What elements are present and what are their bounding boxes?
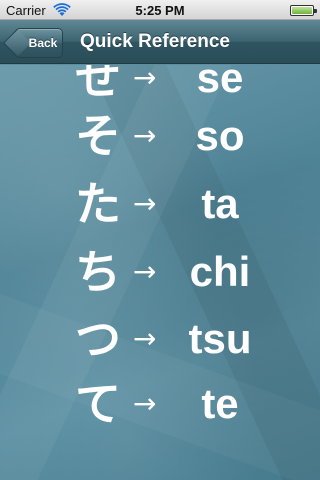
- list-item: つ → tsu: [0, 307, 320, 371]
- back-button-label: Back: [28, 36, 58, 50]
- kana-character: せ: [75, 65, 121, 105]
- list-item: ち → chi: [0, 240, 320, 304]
- back-arrow-shape: [2, 28, 32, 58]
- arrow-glyph: →: [133, 387, 157, 420]
- reference-list[interactable]: せ → se そ → so た → ta ち → chi つ → tsu て →…: [0, 65, 320, 480]
- romaji-reading: ta: [201, 180, 239, 227]
- romaji-reading: so: [195, 112, 245, 159]
- romaji-reading: se: [196, 65, 244, 101]
- list-item: た → ta: [0, 172, 320, 236]
- arrow-glyph: →: [133, 65, 157, 94]
- kana-character: つ: [75, 312, 121, 366]
- arrow-glyph: →: [133, 322, 157, 355]
- arrow-glyph: →: [133, 255, 157, 288]
- kana-character: て: [75, 377, 121, 431]
- list-item: そ → so: [0, 104, 320, 168]
- battery-icon: [290, 5, 317, 16]
- romaji-reading: chi: [189, 248, 251, 295]
- kana-character: そ: [75, 109, 121, 163]
- kana-character: ち: [75, 245, 121, 299]
- navigation-bar: Back Quick Reference: [0, 20, 320, 64]
- list-item: て → te: [0, 372, 320, 436]
- arrow-glyph: →: [133, 187, 157, 220]
- page-title: Quick Reference: [80, 31, 230, 52]
- kana-character: た: [75, 177, 121, 231]
- back-button[interactable]: Back: [2, 28, 63, 58]
- romaji-reading: tsu: [188, 315, 252, 362]
- arrow-glyph: →: [133, 119, 157, 152]
- status-time: 5:25 PM: [135, 3, 185, 18]
- romaji-reading: te: [201, 380, 239, 427]
- status-bar: Carrier 5:25 PM: [0, 0, 320, 20]
